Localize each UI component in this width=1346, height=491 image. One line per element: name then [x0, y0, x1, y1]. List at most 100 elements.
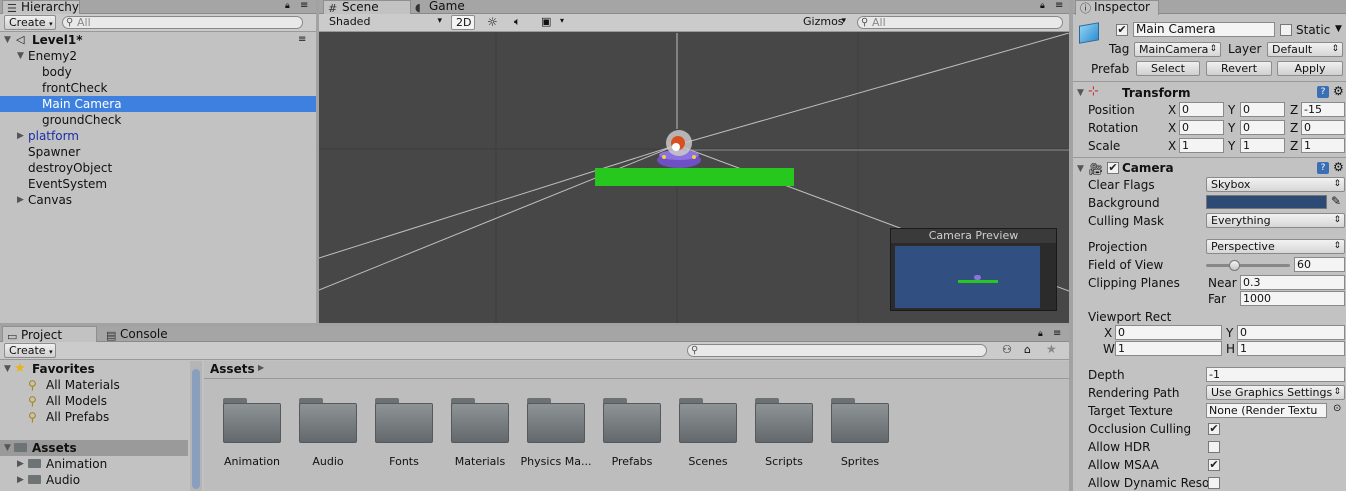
hierarchy-item-main-camera[interactable]: Main Camera [0, 96, 316, 112]
rotation-x-field[interactable]: 0 [1179, 120, 1224, 135]
project-search-input[interactable]: ⚲ [687, 344, 987, 357]
viewport-h-field[interactable]: 1 [1237, 341, 1345, 356]
clear-flags-dropdown[interactable]: Skybox ⇕ [1206, 177, 1345, 192]
panel-menu-icon[interactable]: ≡ [300, 0, 308, 11]
folder-scripts[interactable] [755, 398, 813, 444]
chevron-down-icon[interactable]: ▾ [560, 16, 564, 25]
layer-dropdown[interactable]: Default ⇕ [1267, 42, 1343, 57]
tab-inspector[interactable]: ⓘ Inspector [1075, 0, 1159, 15]
expand-triangle-icon[interactable]: ▶ [17, 456, 24, 472]
folder-audio[interactable] [299, 398, 357, 444]
scene-root-row[interactable]: ▼ ◁ Level1* ≡ [0, 32, 316, 48]
expand-triangle-icon[interactable]: ▼ [4, 32, 11, 48]
search-by-label-icon[interactable]: ⌂ [1024, 343, 1031, 356]
gear-icon[interactable]: ⚙ [1333, 84, 1344, 98]
prefab-select-button[interactable]: Select [1136, 61, 1200, 76]
fov-slider-thumb[interactable] [1228, 260, 1240, 271]
position-z-field[interactable]: -15 [1301, 102, 1345, 117]
panel-menu-icon[interactable]: ≡ [1053, 328, 1061, 339]
folder-animation[interactable] [223, 398, 281, 444]
tab-game[interactable]: ◖ Game [411, 0, 491, 14]
shading-mode-dropdown[interactable]: Shaded ▾ [325, 15, 445, 30]
viewport-x-field[interactable]: 0 [1115, 325, 1222, 340]
allow-msaa-checkbox[interactable]: ✔ [1208, 459, 1220, 471]
folder-sprites[interactable] [831, 398, 889, 444]
tree-scrollbar[interactable] [190, 361, 202, 491]
expand-triangle-icon[interactable]: ▶ [17, 192, 24, 208]
folder-physics-materials[interactable] [527, 398, 585, 444]
favorite-item[interactable]: ⚲ All Models [0, 393, 202, 409]
hierarchy-item-spawner[interactable]: Spawner [0, 144, 316, 160]
scrollbar-thumb[interactable] [192, 369, 200, 489]
lock-icon[interactable]: 🔒︎ [1038, 329, 1043, 339]
folder-fonts[interactable] [375, 398, 433, 444]
viewport-w-field[interactable]: 1 [1115, 341, 1222, 356]
depth-field[interactable]: -1 [1206, 367, 1345, 382]
search-by-type-icon[interactable]: ⚇ [1002, 343, 1012, 356]
allow-dynamic-resolution-checkbox[interactable] [1208, 477, 1220, 489]
tab-console[interactable]: ▤ Console [102, 326, 192, 342]
projection-dropdown[interactable]: Perspective ⇕ [1206, 239, 1345, 254]
hierarchy-create-button[interactable]: Create ▾ [4, 15, 56, 30]
audio-icon[interactable]: 🔈︎ [514, 15, 521, 29]
scale-z-field[interactable]: 1 [1301, 138, 1345, 153]
asset-tree-item[interactable]: ▶ Animation [0, 456, 202, 472]
hierarchy-item-groundcheck[interactable]: groundCheck [0, 112, 316, 128]
hierarchy-item-canvas[interactable]: ▶ Canvas [0, 192, 316, 208]
tab-project[interactable]: ▭ Project [2, 326, 97, 343]
near-field[interactable]: 0.3 [1240, 275, 1345, 290]
help-book-icon[interactable]: ? [1317, 86, 1329, 98]
expand-triangle-icon[interactable]: ▼ [1077, 88, 1084, 98]
folder-scenes[interactable] [679, 398, 737, 444]
gizmos-dropdown[interactable]: Gizmos ▾ [799, 15, 849, 30]
expand-triangle-icon[interactable]: ▼ [4, 361, 11, 377]
tag-dropdown[interactable]: MainCamera ⇕ [1134, 42, 1221, 57]
expand-triangle-icon[interactable]: ▼ [1077, 164, 1084, 174]
breadcrumb-assets[interactable]: Assets [210, 362, 255, 376]
position-y-field[interactable]: 0 [1240, 102, 1285, 117]
project-create-button[interactable]: Create ▾ [4, 343, 56, 358]
static-checkbox[interactable] [1280, 24, 1292, 36]
toggle-2d-button[interactable]: 2D [451, 15, 475, 30]
hierarchy-item-body[interactable]: body [0, 64, 316, 80]
tab-hierarchy[interactable]: ☰ Hierarchy [2, 0, 80, 15]
far-field[interactable]: 1000 [1240, 291, 1345, 306]
panel-menu-icon[interactable]: ≡ [1055, 0, 1063, 11]
favorites-row[interactable]: ▼ ★ Favorites [0, 361, 202, 377]
hierarchy-search-input[interactable]: ⚲ All [62, 16, 303, 29]
image-effects-icon[interactable]: ▣ [541, 15, 551, 28]
favorite-item[interactable]: ⚲ All Materials [0, 377, 202, 393]
hierarchy-item-platform[interactable]: ▶ platform [0, 128, 316, 144]
expand-triangle-icon[interactable]: ▼ [17, 48, 24, 64]
scene-search-input[interactable]: ⚲ All [857, 16, 1063, 29]
rotation-z-field[interactable]: 0 [1301, 120, 1345, 135]
expand-triangle-icon[interactable]: ▶ [17, 128, 24, 144]
culling-mask-dropdown[interactable]: Everything ⇕ [1206, 213, 1345, 228]
position-x-field[interactable]: 0 [1179, 102, 1224, 117]
fov-field[interactable]: 60 [1294, 257, 1345, 272]
assets-row[interactable]: ▼ Assets [0, 440, 188, 456]
hierarchy-item-eventsystem[interactable]: EventSystem [0, 176, 316, 192]
active-checkbox[interactable]: ✔ [1116, 24, 1128, 36]
folder-prefabs[interactable] [603, 398, 661, 444]
camera-enabled-checkbox[interactable]: ✔ [1107, 162, 1119, 174]
favorite-star-icon[interactable]: ★ [1046, 342, 1057, 356]
lighting-icon[interactable]: ☼ [487, 15, 498, 29]
folder-materials[interactable] [451, 398, 509, 444]
favorite-item[interactable]: ⚲ All Prefabs [0, 409, 202, 425]
help-book-icon[interactable]: ? [1317, 162, 1329, 174]
prefab-revert-button[interactable]: Revert [1206, 61, 1272, 76]
hierarchy-item-destroyobject[interactable]: destroyObject [0, 160, 316, 176]
allow-hdr-checkbox[interactable] [1208, 441, 1220, 453]
chevron-down-icon[interactable]: ▼ [1335, 24, 1342, 34]
hierarchy-item-frontcheck[interactable]: frontCheck [0, 80, 316, 96]
scale-y-field[interactable]: 1 [1240, 138, 1285, 153]
fov-slider-track[interactable] [1206, 260, 1290, 271]
prefab-apply-button[interactable]: Apply [1277, 61, 1343, 76]
viewport-y-field[interactable]: 0 [1237, 325, 1345, 340]
background-color-swatch[interactable] [1206, 195, 1327, 209]
tab-scene[interactable]: # Scene [323, 0, 411, 15]
lock-icon[interactable]: 🔒︎ [1040, 1, 1045, 11]
eyedropper-icon[interactable]: ✎ [1331, 194, 1341, 208]
rendering-path-dropdown[interactable]: Use Graphics Settings ⇕ [1206, 385, 1345, 400]
